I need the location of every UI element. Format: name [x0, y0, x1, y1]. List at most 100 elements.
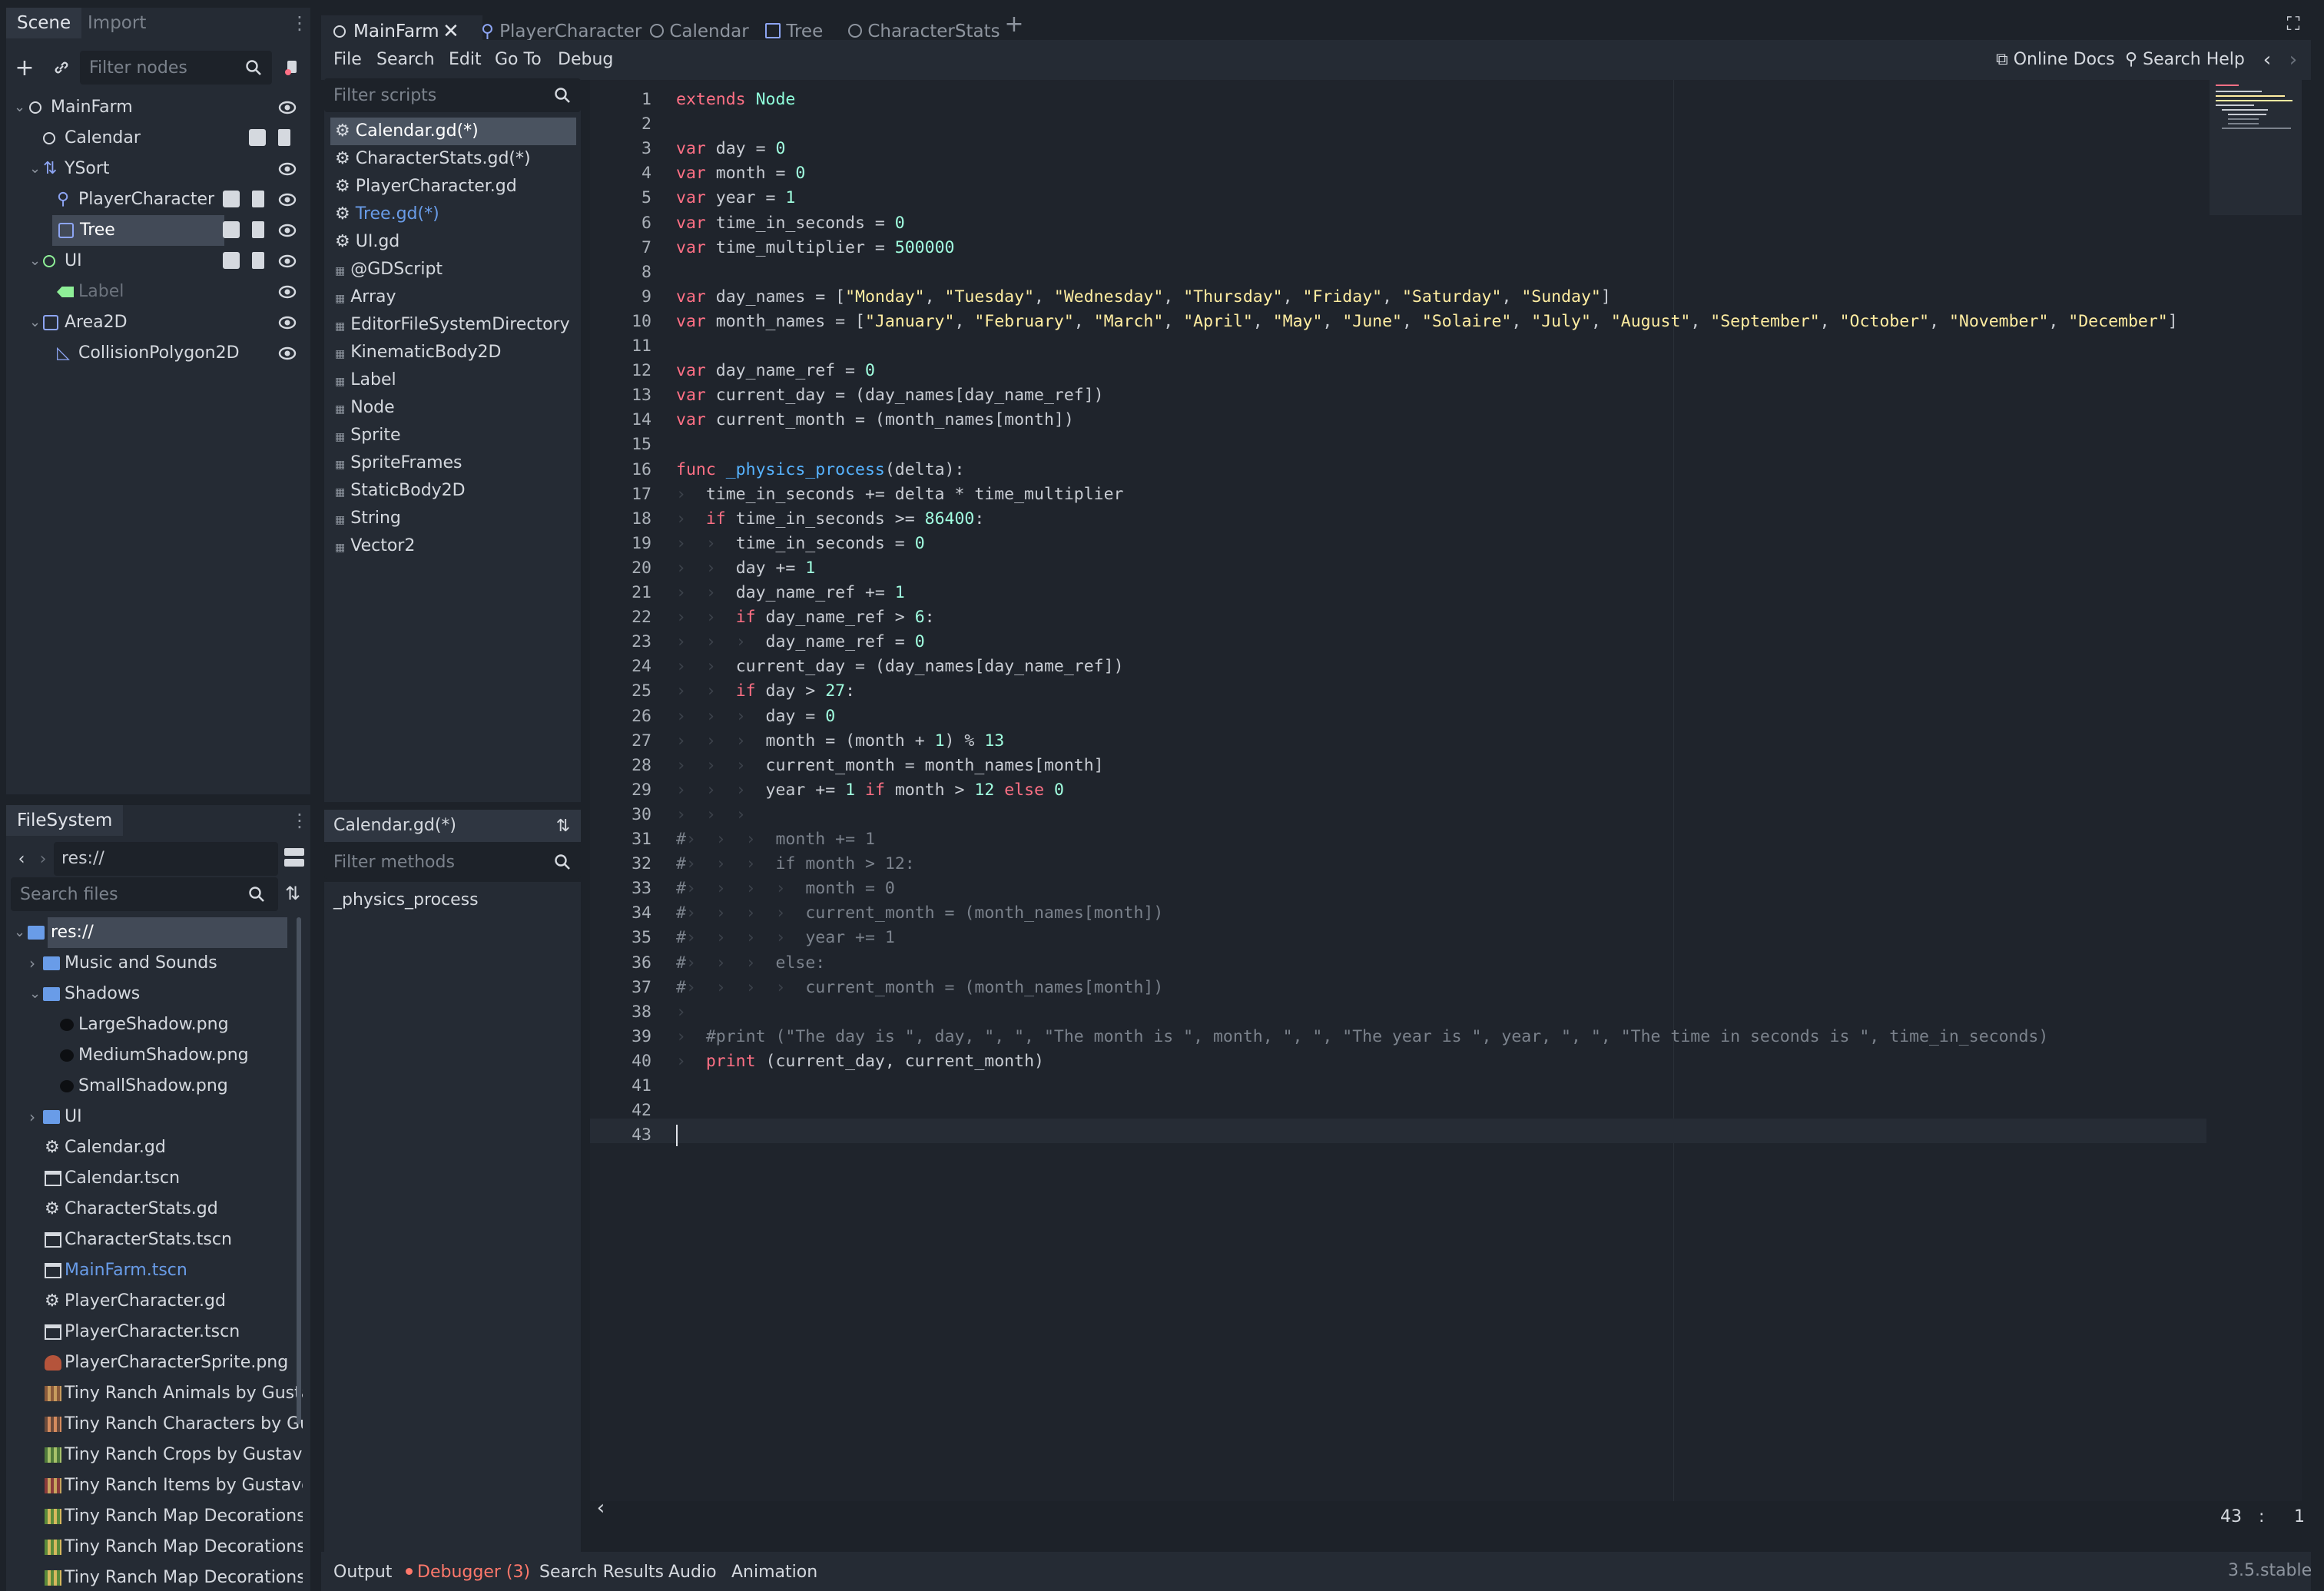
code-line[interactable]: 30 › › › — [590, 803, 2206, 827]
path-field[interactable]: res:// — [54, 842, 278, 876]
code-line[interactable]: 29 › › › year += 1 if month > 12 else 0 — [590, 778, 2206, 803]
fs-row-playercharacter-tscn[interactable]: PlayerCharacter.tscn — [6, 1317, 287, 1347]
open-scene-icon[interactable] — [223, 191, 240, 207]
scrollbar[interactable] — [297, 917, 301, 1424]
code-line[interactable]: 41 — [590, 1074, 2206, 1099]
code-line[interactable]: 25 › › if day > 27: — [590, 679, 2206, 704]
tab-audio[interactable]: Audio — [668, 1561, 717, 1584]
fs-row-tinyranch-map-2[interactable]: Tiny Ranch Map Decorations — [6, 1532, 303, 1563]
script-item-ui[interactable]: ⚙ UI.gd — [330, 228, 576, 256]
tab-scene[interactable]: Scene — [6, 8, 82, 38]
sort-icon[interactable]: ⇅ — [281, 882, 304, 905]
code-line[interactable]: 42 — [590, 1099, 2206, 1123]
dock-menu-icon[interactable]: ⋮ — [290, 12, 309, 34]
doc-item-array[interactable]: ▦ Array — [330, 283, 576, 311]
tab-animation[interactable]: Animation — [731, 1561, 817, 1584]
fs-row-tinyranch-animals[interactable]: Tiny Ranch Animals by Gusta — [6, 1378, 303, 1409]
fs-row-mediumshadow[interactable]: MediumShadow.png — [6, 1040, 287, 1071]
code-line[interactable]: 7 var time_multiplier = 500000 — [590, 236, 2206, 260]
code-line[interactable]: 14 var current_month = (month_names[month… — [590, 408, 2206, 433]
doc-item-staticbody2d[interactable]: ▦ StaticBody2D — [330, 477, 576, 505]
menu-edit[interactable]: Edit — [449, 46, 482, 74]
code-line[interactable]: 9 var day_names = ["Monday", "Tuesday", "… — [590, 285, 2206, 310]
tab-import[interactable]: Import — [77, 8, 157, 38]
forward-icon[interactable]: › — [34, 845, 52, 873]
fs-row-smallshadow[interactable]: SmallShadow.png — [6, 1071, 287, 1102]
add-node-icon[interactable]: + — [12, 51, 37, 85]
tree-row-collisionpolygon2d[interactable]: ◺ CollisionPolygon2D — [6, 338, 310, 369]
fs-row-mainfarm-tscn[interactable]: MainFarm.tscn — [6, 1255, 287, 1286]
search-help-button[interactable]: ⚲ Search Help — [2125, 46, 2245, 74]
script-item-playercharacter[interactable]: ⚙ PlayerCharacter.gd — [330, 173, 576, 201]
split-view-icon[interactable] — [284, 848, 304, 868]
tab-debugger[interactable]: Debugger (3) — [406, 1561, 530, 1584]
code-area[interactable]: 1 extends Node 2 3 var day = 0 4 var month = 0… — [590, 80, 2206, 1202]
code-line[interactable]: 13 var current_day = (day_names[day_name_… — [590, 383, 2206, 408]
code-line[interactable]: 22 › › if day_name_ref > 6: — [590, 605, 2206, 630]
script-icon[interactable] — [252, 191, 264, 207]
eye-icon[interactable] — [278, 338, 297, 380]
doc-item-string[interactable]: ▦ String — [330, 505, 576, 532]
code-line[interactable]: 21 › › day_name_ref += 1 — [590, 581, 2206, 605]
code-line[interactable]: 18 › if time_in_seconds >= 86400: — [590, 507, 2206, 532]
code-line[interactable]: 40 › print (current_day, current_month) — [590, 1049, 2206, 1074]
code-line[interactable]: 38 › — [590, 1000, 2206, 1025]
script-icon[interactable] — [252, 252, 264, 269]
tree-row-area2d[interactable]: ⌄ Area2D — [6, 307, 310, 338]
prev-icon[interactable]: ‹ — [2259, 46, 2276, 74]
filter-scripts-input[interactable] — [324, 78, 581, 112]
menu-search[interactable]: Search — [376, 46, 435, 74]
fs-row-tinyranch-map-1[interactable]: Tiny Ranch Map Decorations — [6, 1501, 303, 1532]
code-line[interactable]: 43 — [590, 1123, 2206, 1148]
script-icon[interactable] — [278, 129, 290, 146]
script-filter-icon[interactable] — [280, 55, 304, 80]
code-line[interactable]: 24 › › current_day = (day_names[day_name_… — [590, 655, 2206, 679]
fs-row-characterstats-gd[interactable]: ⚙ CharacterStats.gd — [6, 1194, 287, 1225]
doc-item-node[interactable]: ▦ Node — [330, 394, 576, 422]
code-line[interactable]: 10 var month_names = ["January", "Februar… — [590, 310, 2206, 334]
link-icon[interactable] — [49, 51, 74, 85]
sort-icon[interactable]: ⇅ — [552, 814, 575, 837]
tree-row-playercharacter[interactable]: ⚲ PlayerCharacter — [6, 184, 310, 215]
code-line[interactable]: 33 #› › › › month = 0 — [590, 877, 2206, 901]
filter-methods-field[interactable] — [324, 845, 581, 879]
tree-row-ysort[interactable]: ⌄ ⇅ YSort — [6, 154, 310, 184]
chevron-right-icon[interactable]: › — [29, 948, 35, 979]
fs-row-playercharactersprite[interactable]: PlayerCharacterSprite.png — [6, 1347, 288, 1378]
code-line[interactable]: 19 › › time_in_seconds = 0 — [590, 532, 2206, 556]
code-line[interactable]: 20 › › day += 1 — [590, 556, 2206, 581]
code-line[interactable]: 6 var time_in_seconds = 0 — [590, 211, 2206, 236]
fs-row-largeshadow[interactable]: LargeShadow.png — [6, 1009, 287, 1040]
fs-row-playercharacter-gd[interactable]: ⚙ PlayerCharacter.gd — [6, 1286, 287, 1317]
script-item-tree[interactable]: ⚙ Tree.gd(*) — [330, 201, 576, 228]
code-line[interactable]: 31 #› › › month += 1 — [590, 827, 2206, 852]
chevron-down-icon[interactable]: ⌄ — [29, 307, 41, 338]
doc-item-vector2[interactable]: ▦ Vector2 — [330, 532, 576, 560]
fs-row-tinyranch-map-3[interactable]: Tiny Ranch Map Decorations — [6, 1563, 303, 1591]
fs-row-tinyranch-items[interactable]: Tiny Ranch Items by Gustavo — [6, 1470, 303, 1501]
code-line[interactable]: 32 #› › › if month > 12: — [590, 852, 2206, 877]
tree-row-tree[interactable]: Tree — [6, 215, 310, 246]
collapse-icon[interactable]: ‹ — [593, 1497, 608, 1520]
chevron-right-icon[interactable]: › — [29, 1102, 35, 1132]
code-line[interactable]: 4 var month = 0 — [590, 161, 2206, 186]
chevron-down-icon[interactable]: ⌄ — [29, 246, 41, 277]
fs-row-calendar-gd[interactable]: ⚙ Calendar.gd — [6, 1132, 287, 1163]
code-line[interactable]: 1 extends Node — [590, 88, 2206, 112]
tab-output[interactable]: Output — [333, 1561, 392, 1584]
fs-row-tinyranch-characters[interactable]: Tiny Ranch Characters by Gu — [6, 1409, 303, 1440]
search-files-input[interactable] — [11, 877, 278, 911]
code-line[interactable]: 8 — [590, 260, 2206, 285]
code-line[interactable]: 11 — [590, 334, 2206, 359]
fs-row-calendar-tscn[interactable]: Calendar.tscn — [6, 1163, 287, 1194]
fs-row-ui[interactable]: › UI — [6, 1102, 287, 1132]
next-icon[interactable]: › — [2285, 46, 2302, 74]
open-scene-icon[interactable] — [223, 252, 240, 269]
code-line[interactable]: 15 — [590, 433, 2206, 457]
doc-item-label[interactable]: ▦ Label — [330, 366, 576, 394]
code-line[interactable]: 12 var day_name_ref = 0 — [590, 359, 2206, 383]
doc-item-kinematicbody2d[interactable]: ▦ KinematicBody2D — [330, 339, 576, 366]
tree-row-calendar[interactable]: Calendar — [6, 123, 310, 154]
script-item-calendar[interactable]: ⚙ Calendar.gd(*) — [330, 118, 576, 145]
chevron-down-icon[interactable]: ⌄ — [29, 154, 41, 184]
